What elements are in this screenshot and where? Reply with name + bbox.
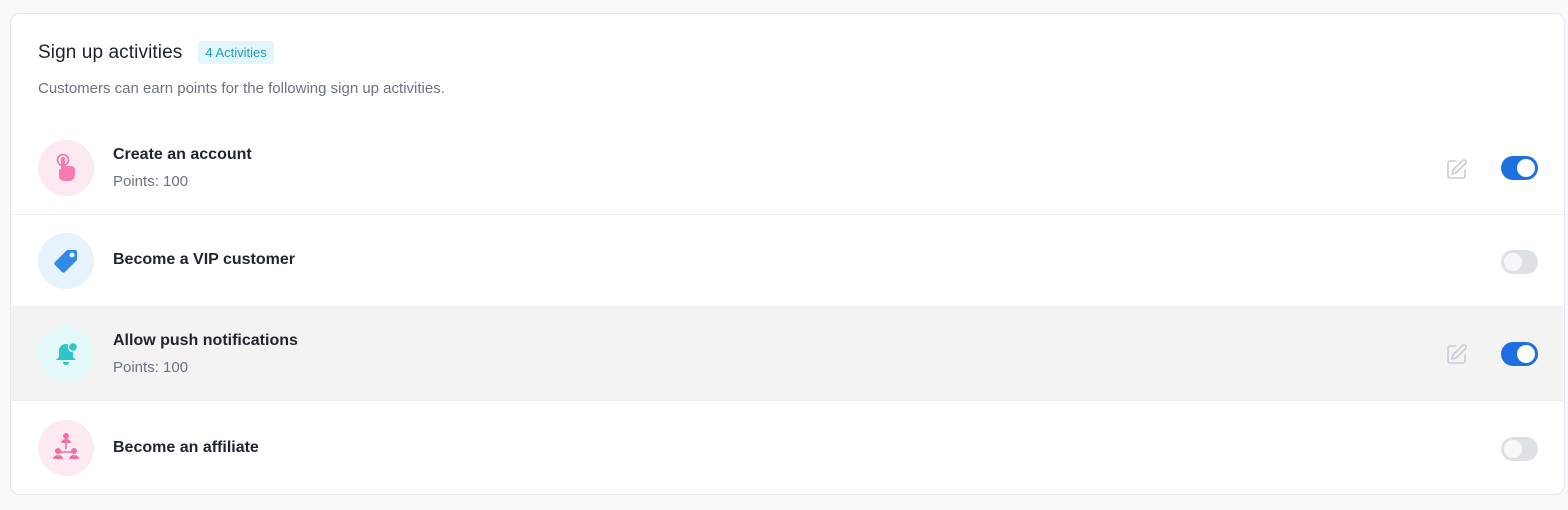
activity-label: Allow push notifications — [113, 332, 298, 349]
card-title: Sign up activities — [38, 41, 183, 63]
toggle-create-account[interactable] — [1501, 156, 1538, 180]
sign-up-activities-card: Sign up activities 4 Activities Customer… — [10, 13, 1565, 495]
activity-row-affiliate: Become an affiliate — [11, 401, 1564, 494]
activity-count-badge: 4 Activities — [198, 41, 274, 64]
toggle-knob — [1517, 159, 1535, 177]
activity-label: Create an account — [113, 146, 252, 163]
activity-row-vip-customer: Become a VIP customer — [11, 215, 1564, 307]
toggle-knob — [1504, 440, 1522, 458]
card-subtitle: Customers can earn points for the follow… — [38, 80, 445, 97]
toggle-affiliate[interactable] — [1501, 437, 1538, 461]
activity-row-push-notifications: Allow push notifications Points: 100 — [11, 307, 1564, 401]
activity-row-create-account: Create an account Points: 100 — [11, 121, 1564, 215]
toggle-knob — [1504, 253, 1522, 271]
toggle-vip-customer[interactable] — [1501, 250, 1538, 274]
activity-points: Points: 100 — [113, 173, 189, 190]
tag-icon — [38, 233, 94, 289]
affiliate-network-icon — [38, 420, 94, 476]
card-header: Sign up activities 4 Activities Customer… — [38, 41, 1537, 97]
edit-icon[interactable] — [1445, 157, 1469, 181]
toggle-knob — [1517, 345, 1535, 363]
hand-pointer-icon — [38, 140, 94, 196]
edit-icon[interactable] — [1445, 342, 1469, 366]
activity-label: Become an affiliate — [113, 439, 259, 456]
toggle-push-notifications[interactable] — [1501, 342, 1538, 366]
activity-label: Become a VIP customer — [113, 251, 296, 268]
bell-icon — [38, 326, 94, 382]
activity-points: Points: 100 — [113, 359, 189, 376]
